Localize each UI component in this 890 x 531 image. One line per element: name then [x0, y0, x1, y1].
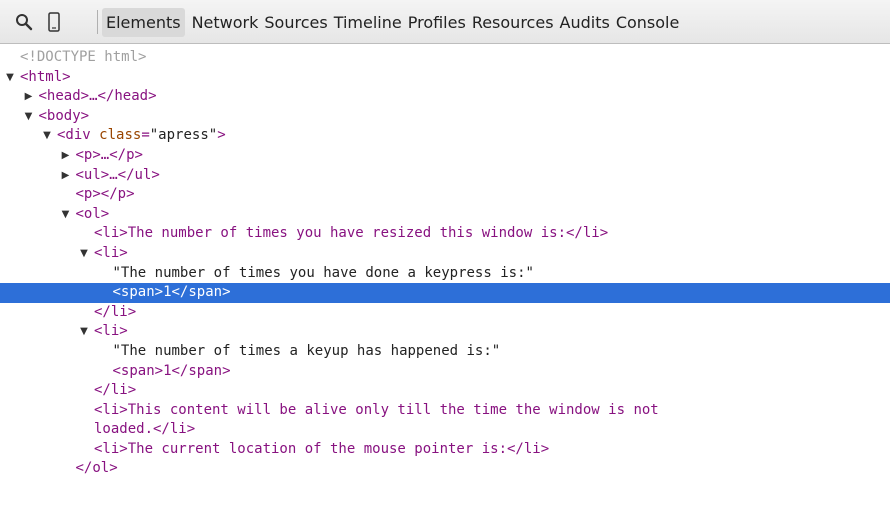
dom-node[interactable]: <span>1</span> — [0, 362, 890, 382]
device-mode-icon[interactable] — [44, 12, 64, 32]
dom-node-markup: <li>The number of times you have resized… — [94, 225, 609, 242]
dom-node-markup: <p></p> — [75, 186, 135, 203]
dom-node-markup: <body> — [38, 107, 90, 124]
dom-node[interactable]: ▼ <body> — [0, 107, 890, 127]
tab-timeline[interactable]: Timeline — [333, 8, 403, 37]
dom-node[interactable]: ▶ <p>…</p> — [0, 146, 890, 166]
devtools-toolbar: Elements Network Sources Timeline Profiles Re… — [0, 0, 890, 44]
tab-sources[interactable]: Sources — [263, 8, 328, 37]
dom-node[interactable]: ▶ <head>…</head> — [0, 87, 890, 107]
expand-triangle-icon[interactable]: ▶ — [23, 87, 35, 107]
dom-node[interactable]: ▼ <li> — [0, 244, 890, 264]
dom-node-markup: <p>…</p> — [75, 146, 143, 163]
dom-node-markup: </li> — [94, 382, 137, 399]
dom-node-markup: loaded.</li> — [94, 421, 196, 438]
dom-node[interactable]: <li>The number of times you have resized… — [0, 224, 890, 244]
dom-node[interactable]: ▼ <li> — [0, 322, 890, 342]
tab-network[interactable]: Network — [191, 8, 260, 37]
dom-node[interactable]: <p></p> — [0, 185, 890, 205]
search-icon[interactable] — [12, 12, 36, 32]
panel-tabs: Elements Network Sources Timeline Profiles Re… — [102, 0, 680, 44]
dom-node-markup: </li> — [94, 303, 137, 320]
toolbar-divider — [97, 10, 98, 34]
dom-node-markup: <html> — [20, 68, 71, 85]
dom-node-markup: "The number of times you have done a key… — [112, 264, 534, 281]
dom-node-markup: <li>This content will be alive only till… — [94, 401, 659, 418]
dom-node[interactable]: </li> — [0, 381, 890, 401]
dom-node[interactable]: <li>This content will be alive only till… — [0, 401, 890, 421]
collapse-triangle-icon[interactable]: ▼ — [41, 126, 53, 146]
dom-node-markup: <span>1</span> — [112, 362, 231, 379]
dom-node-markup: <span>1</span> — [112, 284, 231, 301]
expand-triangle-icon[interactable]: ▶ — [60, 146, 72, 166]
dom-node[interactable]: </li> — [0, 303, 890, 323]
collapse-triangle-icon[interactable]: ▼ — [23, 107, 35, 127]
tab-audits[interactable]: Audits — [559, 8, 611, 37]
dom-node-markup: <ul>…</ul> — [75, 166, 160, 183]
dom-node-selected[interactable]: <span>1</span> — [0, 283, 890, 303]
expand-triangle-icon[interactable]: ▶ — [60, 166, 72, 186]
dom-node-markup: <li> — [94, 244, 128, 261]
dom-node[interactable]: ▼ <ol> — [0, 205, 890, 225]
collapse-triangle-icon[interactable]: ▼ — [78, 322, 90, 342]
dom-node[interactable]: ▶ <ul>…</ul> — [0, 166, 890, 186]
dom-node[interactable]: "The number of times a keyup has happene… — [0, 342, 890, 362]
tab-resources[interactable]: Resources — [471, 8, 555, 37]
dom-node-markup: <li>The current location of the mouse po… — [94, 440, 550, 457]
dom-node[interactable]: "The number of times you have done a key… — [0, 264, 890, 284]
dom-node-markup: <!DOCTYPE html> — [20, 49, 147, 65]
collapse-triangle-icon[interactable]: ▼ — [78, 244, 90, 264]
collapse-triangle-icon[interactable]: ▼ — [4, 68, 16, 88]
dom-node-markup: <div class="apress"> — [57, 127, 226, 144]
dom-node-markup: "The number of times a keyup has happene… — [112, 342, 501, 359]
dom-node-markup: <li> — [94, 323, 128, 340]
collapse-triangle-icon[interactable]: ▼ — [60, 205, 72, 225]
dom-node-markup: </ol> — [75, 460, 118, 477]
dom-node[interactable]: loaded.</li> — [0, 420, 890, 440]
dom-node-markup: <ol> — [75, 205, 110, 222]
dom-node[interactable]: ▼ <div class="apress"> — [0, 126, 890, 146]
dom-node[interactable]: <!DOCTYPE html> — [0, 48, 890, 68]
dom-node-markup: <head>…</head> — [38, 88, 157, 105]
dom-tree: <!DOCTYPE html> ▼ <html> ▶ <head>…</head> ▼ <b… — [0, 48, 890, 479]
dom-node[interactable]: <li>The current location of the mouse po… — [0, 440, 890, 460]
tab-console[interactable]: Console — [615, 8, 681, 37]
dom-node[interactable]: ▼ <html> — [0, 68, 890, 88]
tab-profiles[interactable]: Profiles — [407, 8, 467, 37]
tab-elements[interactable]: Elements — [102, 7, 185, 37]
dom-node[interactable]: </ol> — [0, 459, 890, 479]
